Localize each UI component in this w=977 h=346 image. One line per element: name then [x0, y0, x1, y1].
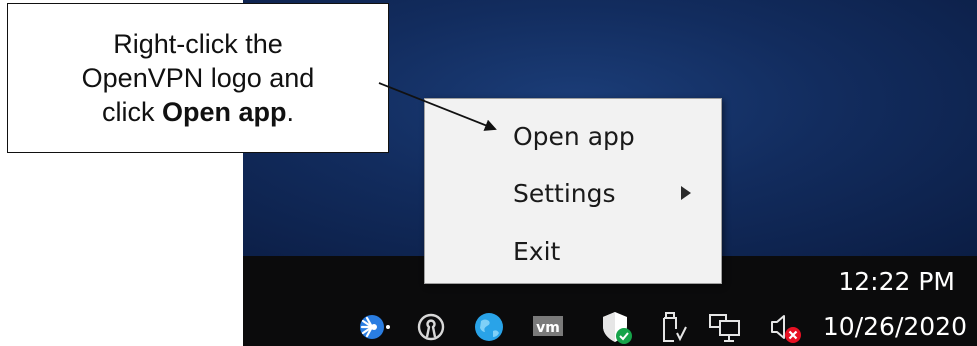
callout-line: OpenVPN logo and [81, 63, 315, 93]
menu-item-label: Exit [513, 237, 561, 266]
menu-item-exit[interactable]: Exit [425, 225, 721, 279]
callout-line: click Open app. [8, 95, 388, 129]
usb-eject-icon[interactable] [655, 309, 691, 345]
instruction-callout: Right-click the OpenVPN logo and click O… [7, 3, 389, 153]
callout-bold-text: Open app [161, 97, 287, 127]
network-satellite-icon[interactable] [355, 309, 391, 345]
tray-context-menu: Open app Settings Exit [424, 98, 722, 284]
menu-item-open-app[interactable]: Open app [425, 110, 721, 164]
clock-time[interactable]: 12:22 PM [838, 267, 955, 296]
svg-text:vm: vm [536, 320, 560, 336]
menu-item-settings[interactable]: Settings [425, 167, 721, 221]
clock-date[interactable]: 10/26/2020 [823, 312, 967, 341]
vmware-icon[interactable]: vm [530, 309, 566, 345]
menu-item-label: Settings [513, 179, 616, 208]
globe-icon[interactable] [471, 309, 507, 345]
menu-item-label: Open app [513, 122, 635, 151]
openvpn-icon[interactable] [413, 309, 449, 345]
network-computer-icon[interactable] [707, 309, 743, 345]
callout-line: Right-click the [113, 29, 283, 59]
volume-muted-icon[interactable] [767, 309, 803, 345]
defender-shield-icon[interactable] [599, 309, 635, 345]
callout-text: click [101, 97, 162, 127]
chevron-right-icon [681, 186, 691, 200]
callout-text: . [286, 97, 295, 127]
